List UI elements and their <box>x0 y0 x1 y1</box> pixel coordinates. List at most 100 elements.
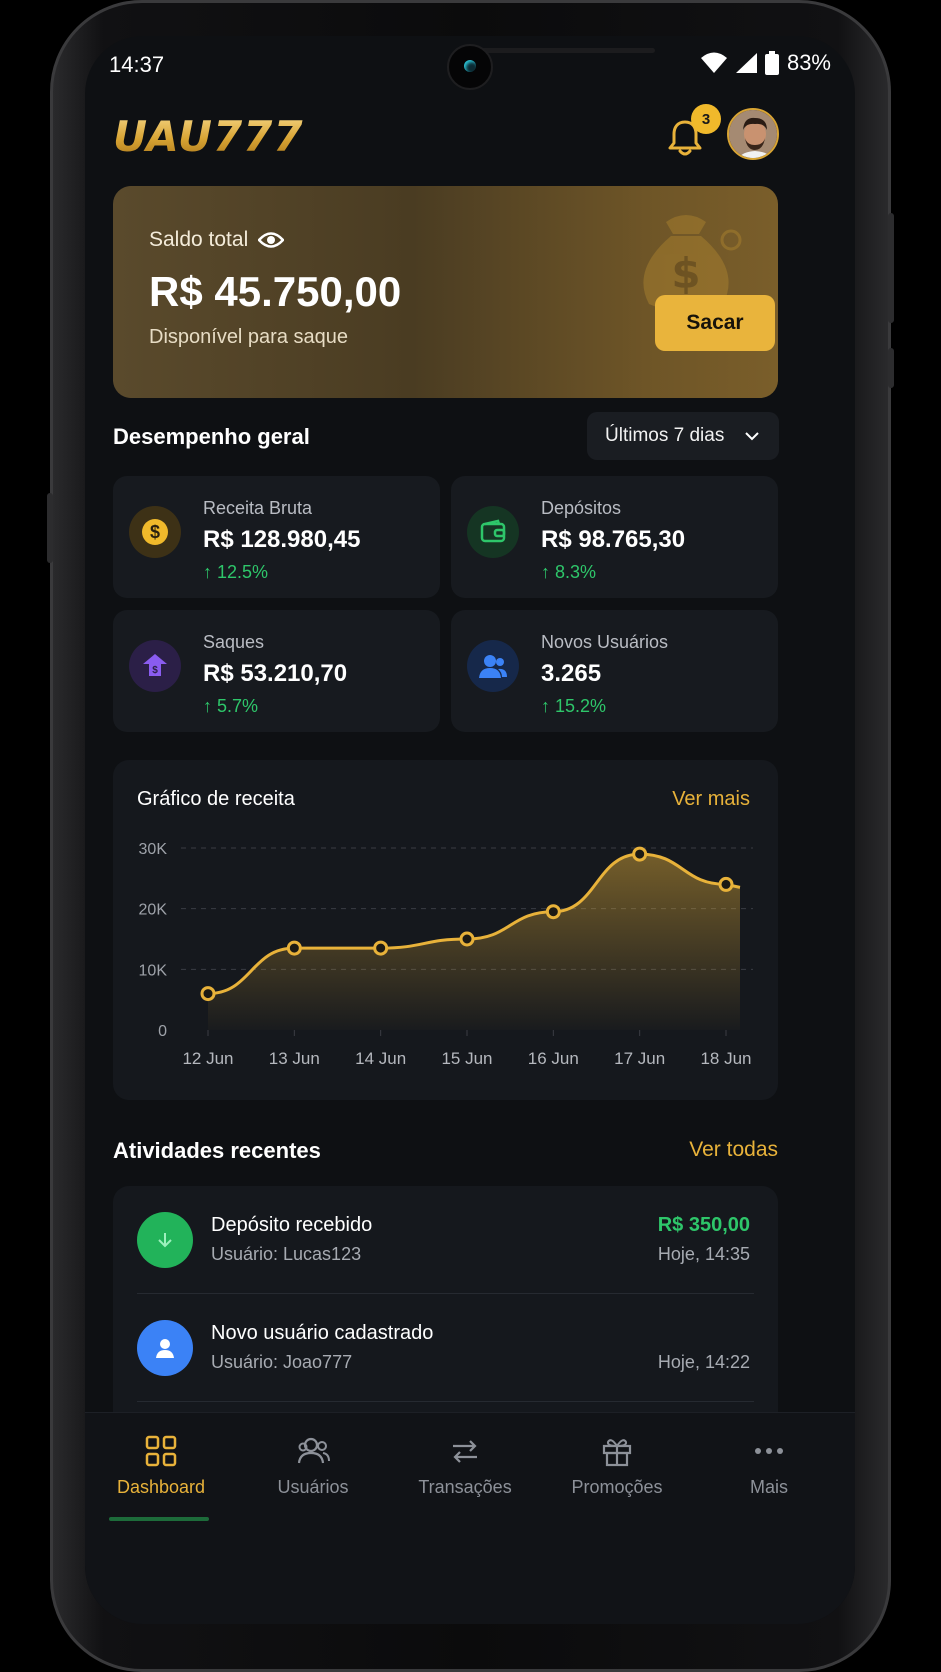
signal-icon <box>735 53 757 73</box>
stat-icon-wrap <box>467 506 519 558</box>
stat-change-value: 8.3% <box>555 562 597 582</box>
y-tick-label: 0 <box>158 1023 167 1040</box>
eye-icon[interactable] <box>258 231 285 249</box>
wifi-icon <box>700 52 727 73</box>
dashboard-grid-icon <box>145 1435 177 1467</box>
activity-title: Depósito recebido <box>211 1214 373 1236</box>
data-point <box>459 931 475 947</box>
battery-percentage: 83% <box>786 50 831 75</box>
stat-change-value: 12.5% <box>217 562 269 582</box>
data-point <box>545 904 561 920</box>
notification-badge: 3 <box>691 104 721 134</box>
x-tick-label: 18 Jun <box>700 1049 751 1068</box>
stat-value: 3.265 <box>541 660 602 687</box>
more-dots-icon <box>755 1448 783 1454</box>
power-button <box>888 213 894 323</box>
stat-icon-wrap <box>467 640 519 692</box>
activity-title: Novo usuário cadastrado <box>211 1322 434 1344</box>
app-logo: UAU777 <box>113 112 304 161</box>
svg-text:$: $ <box>152 665 158 676</box>
avatar-photo <box>729 110 777 158</box>
balance-label-row: Saldo total <box>149 228 285 252</box>
stat-change: ↑ 15.2% <box>541 696 607 716</box>
data-point <box>632 846 648 862</box>
volume-button <box>47 493 53 563</box>
data-point <box>286 940 302 956</box>
stat-value: R$ 53.210,70 <box>203 660 348 687</box>
revenue-chart: 0 10K 20K 30K 12 Jun 13 Jun 14 Jun 15 Jun 16 Jun… <box>139 841 753 1068</box>
activity-time: Hoje, 14:35 <box>657 1244 750 1264</box>
y-tick-label: 10K <box>139 962 168 979</box>
nav-item-more[interactable]: Mais <box>699 1433 839 1498</box>
balance-card: $ Saldo total R$ 45.750,00 Disponível pa… <box>113 186 778 398</box>
x-tick-label: 15 Jun <box>441 1049 492 1068</box>
period-select[interactable]: Últimos 7 dias <box>587 412 779 460</box>
nav-label: Promoções <box>571 1477 663 1497</box>
stat-change: ↑ 5.7% <box>203 696 259 716</box>
stat-value: R$ 128.980,45 <box>203 526 361 553</box>
stat-icon-wrap: $ <box>129 506 181 558</box>
stat-change-value: 15.2% <box>555 696 607 716</box>
revenue-chart-card: Gráfico de receita Ver mais 0 10K 20K 30K 12… <box>113 760 778 1100</box>
nav-item-users[interactable]: Usuários <box>243 1433 383 1498</box>
app-screen: 14:37 83% UAU777 3 $ Saldo total R$ 45.7… <box>85 36 855 1624</box>
stat-card-withdrawals[interactable]: $ Saques R$ 53.210,70 ↑ 5.7% <box>113 610 440 732</box>
stat-icon-wrap: $ <box>129 640 181 692</box>
x-tick-label: 17 Jun <box>614 1049 665 1068</box>
stat-card-new-users[interactable]: Novos Usuários 3.265 ↑ 15.2% <box>451 610 778 732</box>
stat-change: ↑ 12.5% <box>203 562 269 582</box>
battery-icon <box>764 51 779 75</box>
nav-label: Transações <box>418 1477 512 1497</box>
status-indicators: 83% <box>700 50 831 76</box>
bottom-navigation: Dashboard Usuários Transações Promoções … <box>85 1412 855 1624</box>
data-point <box>200 986 216 1002</box>
transfer-arrows-icon <box>453 1440 477 1463</box>
nav-item-dashboard[interactable]: Dashboard <box>91 1433 231 1498</box>
stat-change: ↑ 8.3% <box>541 562 597 582</box>
wallet-icon <box>480 519 506 543</box>
stat-label: Receita Bruta <box>203 498 313 518</box>
balance-subtitle: Disponível para saque <box>149 326 349 348</box>
performance-title: Desempenho geral <box>113 424 310 449</box>
activity-amount: R$ 350,00 <box>657 1214 750 1236</box>
stat-card-deposits[interactable]: Depósitos R$ 98.765,30 ↑ 8.3% <box>451 476 778 598</box>
stat-label: Saques <box>203 632 265 652</box>
stat-change-value: 5.7% <box>217 696 259 716</box>
stat-label: Depósitos <box>541 498 622 518</box>
stat-label: Novos Usuários <box>541 632 669 652</box>
arrow-down-icon <box>158 1233 172 1248</box>
nav-item-promotions[interactable]: Promoções <box>547 1433 687 1498</box>
nav-label: Dashboard <box>116 1477 206 1497</box>
activity-time: Hoje, 14:22 <box>657 1352 750 1372</box>
chevron-down-icon <box>745 432 759 441</box>
list-item[interactable]: Novo usuário cadastrado Usuário: Joao777… <box>113 1294 778 1402</box>
users-icon <box>479 655 507 678</box>
data-point <box>373 940 389 956</box>
withdraw-icon: $ <box>143 654 167 676</box>
activity-user: Usuário: Lucas123 <box>211 1244 362 1264</box>
activities-list: Depósito recebido Usuário: Lucas123 R$ 3… <box>113 1186 778 1446</box>
balance-label: Saldo total <box>149 228 249 251</box>
list-item[interactable]: Depósito recebido Usuário: Lucas123 R$ 3… <box>113 1186 778 1294</box>
activity-user: Usuário: Joao777 <box>211 1352 353 1372</box>
x-tick-label: 12 Jun <box>182 1049 233 1068</box>
stat-value: R$ 98.765,30 <box>541 526 686 553</box>
avatar[interactable] <box>727 108 779 160</box>
dollar-coin-icon: $ <box>142 519 168 545</box>
x-tick-label: 13 Jun <box>269 1049 320 1068</box>
balance-value: R$ 45.750,00 <box>149 268 402 315</box>
home-indicator <box>109 1517 209 1521</box>
x-tick-label: 14 Jun <box>355 1049 406 1068</box>
withdraw-button[interactable]: Sacar <box>655 295 775 351</box>
activity-icon-wrap <box>137 1212 193 1268</box>
stat-card-gross-revenue[interactable]: $ Receita Bruta R$ 128.980,45 ↑ 12.5% <box>113 476 440 598</box>
front-camera <box>447 44 493 90</box>
svg-text:$: $ <box>671 249 700 298</box>
data-point <box>718 876 734 892</box>
see-all-link[interactable]: Ver todas <box>689 1138 778 1162</box>
nav-item-transactions[interactable]: Transações <box>395 1433 535 1498</box>
status-time: 14:37 <box>109 52 165 77</box>
x-tick-label: 16 Jun <box>528 1049 579 1068</box>
user-icon <box>156 1339 174 1358</box>
y-tick-label: 30K <box>139 841 168 858</box>
